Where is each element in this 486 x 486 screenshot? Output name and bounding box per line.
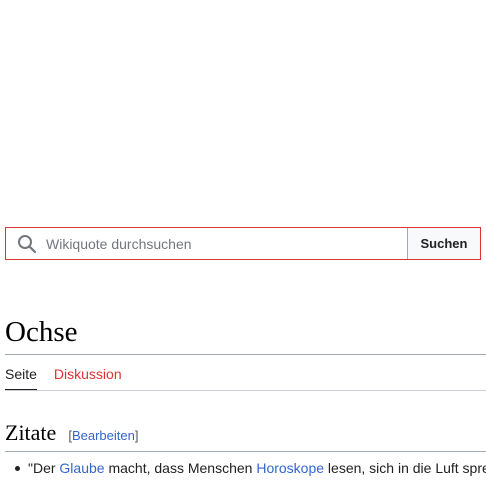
- search-field[interactable]: [6, 228, 407, 259]
- page-tabs: Seite Diskussion: [5, 366, 139, 391]
- tabs-divider: [5, 390, 486, 391]
- list-item: "Der Glaube macht, dass Menschen Horosko…: [0, 458, 486, 478]
- search-bar: Suchen: [5, 227, 481, 260]
- search-button[interactable]: Suchen: [407, 228, 480, 259]
- bullet: [15, 466, 20, 471]
- quote-list: "Der Glaube macht, dass Menschen Horosko…: [0, 458, 486, 478]
- quote-text: lesen, sich in die Luft spre: [324, 460, 486, 476]
- edit-section-link[interactable]: Bearbeiten: [72, 428, 135, 443]
- page: Suchen Ochse Seite Diskussion Zitate [ B…: [0, 0, 486, 486]
- page-title: Ochse: [5, 316, 78, 348]
- link-glaube[interactable]: Glaube: [59, 460, 104, 476]
- section-heading-zitate: Zitate [ Bearbeiten ]: [5, 420, 138, 446]
- tab-diskussion[interactable]: Diskussion: [54, 366, 122, 391]
- search-icon: [12, 234, 42, 254]
- edit-bracket-close: ]: [134, 428, 139, 443]
- section-title: Zitate: [5, 420, 57, 445]
- link-horoskope[interactable]: Horoskope: [256, 460, 324, 476]
- search-input[interactable]: [42, 228, 407, 259]
- quote-text: macht, dass Menschen: [104, 460, 257, 476]
- tab-seite[interactable]: Seite: [5, 366, 37, 391]
- quote-text: "Der: [28, 460, 60, 476]
- title-divider: [5, 354, 486, 355]
- section-divider: [5, 451, 486, 452]
